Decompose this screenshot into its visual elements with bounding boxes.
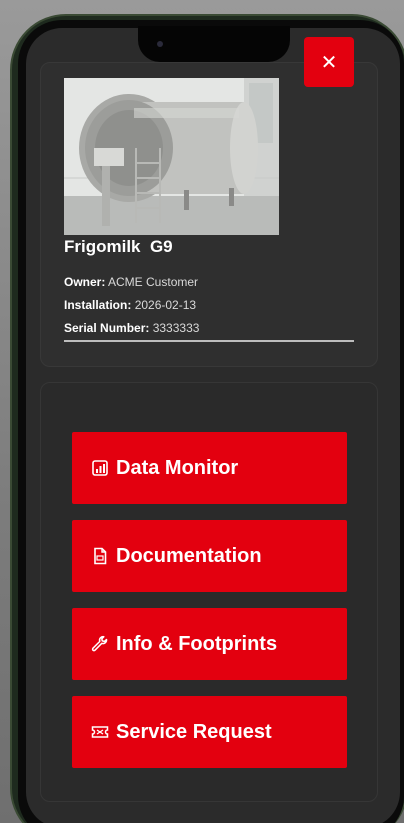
service-request-button[interactable]: Service Request [72,696,347,768]
pdf-document-icon [89,545,111,567]
close-icon: ✕ [320,51,338,74]
machine-image [64,78,279,235]
info-footprints-label: Info & Footprints [116,632,278,655]
ticket-icon [89,721,111,743]
installation-value: 2026-02-13 [134,298,197,312]
data-monitor-label: Data Monitor [116,456,239,479]
data-monitor-button[interactable]: Data Monitor [72,432,347,504]
serial-number-value: 3333333 [152,321,200,335]
owner-row: Owner: ACME Customer [64,275,198,289]
divider [64,340,354,342]
owner-value: ACME Customer [108,275,199,289]
installation-label: Installation: [64,298,132,312]
serial-number-row: Serial Number: 3333333 [64,321,199,335]
chart-icon [89,457,111,479]
documentation-button[interactable]: Documentation [72,520,347,592]
wrench-icon [89,633,111,655]
serial-number-label: Serial Number: [64,321,150,335]
machine-title: Frigomilk G9 [64,237,173,256]
camera-icon [157,41,163,47]
owner-label: Owner: [64,275,106,289]
close-button[interactable]: ✕ [304,37,354,87]
documentation-label: Documentation [116,544,262,567]
service-request-label: Service Request [116,720,272,743]
installation-row: Installation: 2026-02-13 [64,298,196,312]
info-footprints-button[interactable]: Info & Footprints [72,608,347,680]
